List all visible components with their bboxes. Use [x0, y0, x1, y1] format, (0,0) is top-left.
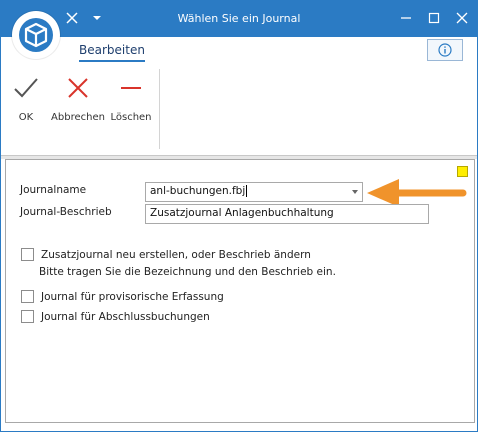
- checkbox-abschluss[interactable]: Journal für Abschlussbuchungen: [21, 310, 210, 323]
- text-caret: [246, 185, 248, 197]
- ribbon: OK Abbrechen Löschen: [1, 63, 477, 156]
- beschrieb-label: Journal-Beschrieb: [20, 206, 112, 218]
- beschrieb-input[interactable]: Zusatzjournal Anlagenbuchhaltung: [145, 204, 429, 224]
- tab-bearbeiten[interactable]: Bearbeiten: [79, 43, 145, 62]
- ok-button-label: OK: [18, 112, 34, 123]
- checkbox-label: Zusatzjournal neu erstellen, oder Beschr…: [41, 248, 311, 261]
- cross-icon: [49, 73, 107, 103]
- form-panel: Journalname anl-buchungen.fbj Journal-Be…: [5, 159, 475, 423]
- close-icon[interactable]: [447, 5, 477, 31]
- journalname-value: anl-buchungen.fbj: [150, 185, 248, 197]
- journal-dialog: Wählen Sie ein Journal Bearbeiten OK Abb…: [0, 0, 478, 432]
- ribbon-tab-bar: Bearbeiten: [1, 37, 477, 63]
- ribbon-separator: [159, 69, 160, 149]
- checkbox-provisorisch[interactable]: Journal für provisorische Erfassung: [21, 290, 224, 303]
- minus-icon: [109, 73, 153, 103]
- loeschen-button[interactable]: Löschen: [109, 73, 153, 123]
- journalname-combobox[interactable]: anl-buchungen.fbj: [145, 182, 363, 202]
- checkbox-label: Journal für provisorische Erfassung: [41, 290, 224, 303]
- minimize-icon[interactable]: [391, 5, 421, 31]
- ok-button[interactable]: OK: [11, 73, 41, 123]
- chevron-down-icon[interactable]: [352, 190, 358, 194]
- checkbox-label: Journal für Abschlussbuchungen: [41, 310, 210, 323]
- abbrechen-button-label: Abbrechen: [51, 112, 105, 123]
- journalname-label: Journalname: [20, 184, 87, 196]
- checkbox-zusatzjournal[interactable]: Zusatzjournal neu erstellen, oder Beschr…: [21, 248, 311, 261]
- cube-icon[interactable]: [12, 11, 60, 59]
- checkbox-box[interactable]: [21, 310, 34, 323]
- maximize-icon[interactable]: [419, 5, 449, 31]
- checkmark-icon: [11, 73, 41, 103]
- title-bar: Wählen Sie ein Journal: [1, 1, 477, 37]
- info-icon[interactable]: [427, 39, 463, 61]
- hint-text: Bitte tragen Sie die Bezeichnung und den…: [39, 266, 336, 278]
- checkbox-box[interactable]: [21, 290, 34, 303]
- checkbox-box[interactable]: [21, 248, 34, 261]
- abbrechen-button[interactable]: Abbrechen: [49, 73, 107, 123]
- loeschen-button-label: Löschen: [110, 112, 152, 123]
- beschrieb-value: Zusatzjournal Anlagenbuchhaltung: [150, 207, 334, 219]
